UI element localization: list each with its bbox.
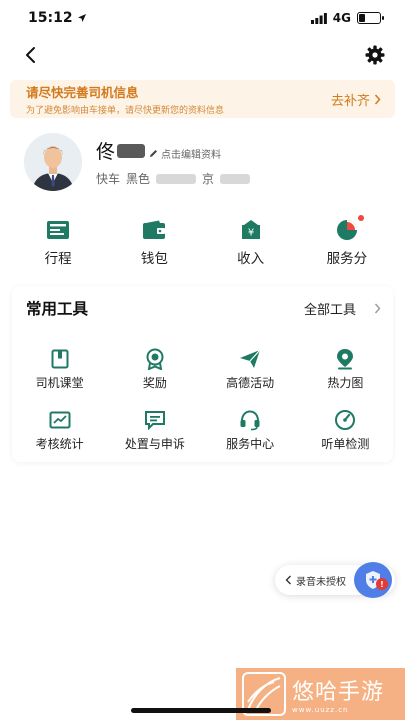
tool-label: 奖励 [142,376,167,390]
all-tools-link[interactable]: 全部工具 [304,299,381,318]
tool-assessment-stats[interactable]: 考核统计 [12,409,107,452]
tool-label: 热力图 [327,376,364,390]
tool-label: 考核统计 [35,437,84,451]
chevron-right-icon [374,303,381,313]
tool-label: 司机课堂 [35,376,84,390]
chevron-left-icon [285,575,291,585]
chevron-right-icon [374,94,381,104]
watermark-url: www.uuzz.cn [292,706,349,714]
tool-rewards[interactable]: 奖励 [107,348,202,391]
tools-title: 常用工具 [26,300,89,318]
notice-text: 请尽快完善司机信息 为了避免影响由车接单，请尽快更新您的资料信息 [26,82,224,116]
recording-status-label: 录音未授权 [296,576,346,588]
svg-text:¥: ¥ [247,228,253,239]
back-button[interactable] [18,43,42,67]
network-label: 4G [332,11,351,25]
map-pin-icon [333,348,357,370]
clock-text: 15:12 [28,10,73,26]
tools-grid: 司机课堂 奖励 高德活动 热力图 考核统计 处置与申诉 服务中心 听单检测 [12,330,393,452]
battery-level [359,14,365,22]
headset-icon [238,409,262,431]
settings-button[interactable] [363,43,387,67]
complete-info-button[interactable]: 去补齐 [331,90,381,109]
quick-action-wallet[interactable]: 钱包 [106,218,202,267]
wallet-icon [141,218,167,242]
redacted-car-model [156,173,197,184]
medal-icon [143,348,167,370]
complete-info-label: 去补齐 [330,93,370,109]
tool-heatmap[interactable]: 热力图 [298,348,393,391]
redacted-name [117,143,146,158]
edit-profile-label: 点击编辑资料 [161,150,222,161]
signal-icon [310,12,327,24]
nav-bar [0,38,405,72]
tool-order-detection[interactable]: 听单检测 [298,409,393,452]
quick-action-service-score[interactable]: 服务分 [299,215,395,267]
tool-label: 服务中心 [226,437,275,451]
book-icon [48,348,72,370]
tool-driver-class[interactable]: 司机课堂 [12,348,107,391]
battery-icon [357,12,384,24]
status-indicators: 4G [310,11,384,25]
home-indicator[interactable] [131,708,271,713]
quick-action-label: 行程 [44,251,72,267]
redacted-plate [220,173,251,184]
quick-action-label: 钱包 [140,251,168,267]
avatar[interactable] [24,133,82,191]
all-tools-label: 全部工具 [303,302,356,318]
paper-plane-icon [238,348,262,370]
notice-subtitle: 为了避免影响由车接单，请尽快更新您的资料信息 [26,106,225,116]
notice-title: 请尽快完善司机信息 [26,85,139,100]
status-bar: 15:12 4G [0,0,405,36]
chevron-left-icon [26,47,35,63]
tool-service-center[interactable]: 服务中心 [203,409,298,452]
plate-prefix: 京 [202,172,215,186]
gear-icon [365,45,385,65]
quick-action-trips[interactable]: 行程 [10,218,106,267]
name-row: 佟 点击编辑资料 [96,137,250,164]
quick-action-label: 服务分 [326,251,368,267]
tool-amap-events[interactable]: 高德活动 [203,348,298,391]
location-arrow-icon [77,14,86,22]
message-icon [143,409,167,431]
watermark-text: 悠哈手游 www.uuzz.cn [292,674,384,714]
driver-name: 佟 [96,141,116,163]
driver-profile[interactable]: 佟 点击编辑资料 快车 黑色 京 [24,133,384,191]
quick-actions: 行程 钱包 ¥ 收入 服务分 [10,215,395,267]
tools-header: 常用工具 全部工具 [12,286,393,330]
watermark-title: 悠哈手游 [292,680,385,705]
service-score-icon [334,215,364,242]
tool-label: 高德活动 [226,376,275,390]
status-time: 15:12 [28,10,87,26]
alert-badge: ! [376,578,388,590]
tool-label: 处置与申诉 [124,437,185,451]
vehicle-info: 快车 黑色 京 [96,170,251,187]
chart-icon [48,409,72,431]
notification-dot [357,215,364,221]
profile-info: 佟 点击编辑资料 快车 黑色 京 [96,137,251,187]
edit-profile-link[interactable]: 点击编辑资料 [149,146,221,161]
common-tools-card: 常用工具 全部工具 司机课堂 奖励 高德活动 热力图 考核统计 处置与申诉 服务… [12,286,393,462]
income-icon: ¥ [238,218,264,242]
trip-list-icon [45,218,71,242]
quick-action-income[interactable]: ¥ 收入 [203,218,299,267]
tool-label: 听单检测 [321,437,370,451]
quick-action-label: 收入 [237,251,265,267]
pencil-icon [150,150,158,157]
service-type: 快车 [96,172,121,186]
gauge-icon [333,409,357,431]
tool-disposal-appeal[interactable]: 处置与申诉 [107,409,202,452]
profile-incomplete-notice[interactable]: 请尽快完善司机信息 为了避免影响由车接单，请尽快更新您的资料信息 去补齐 [10,80,395,118]
car-color: 黑色 [126,172,151,186]
driver-avatar-icon [24,133,82,191]
